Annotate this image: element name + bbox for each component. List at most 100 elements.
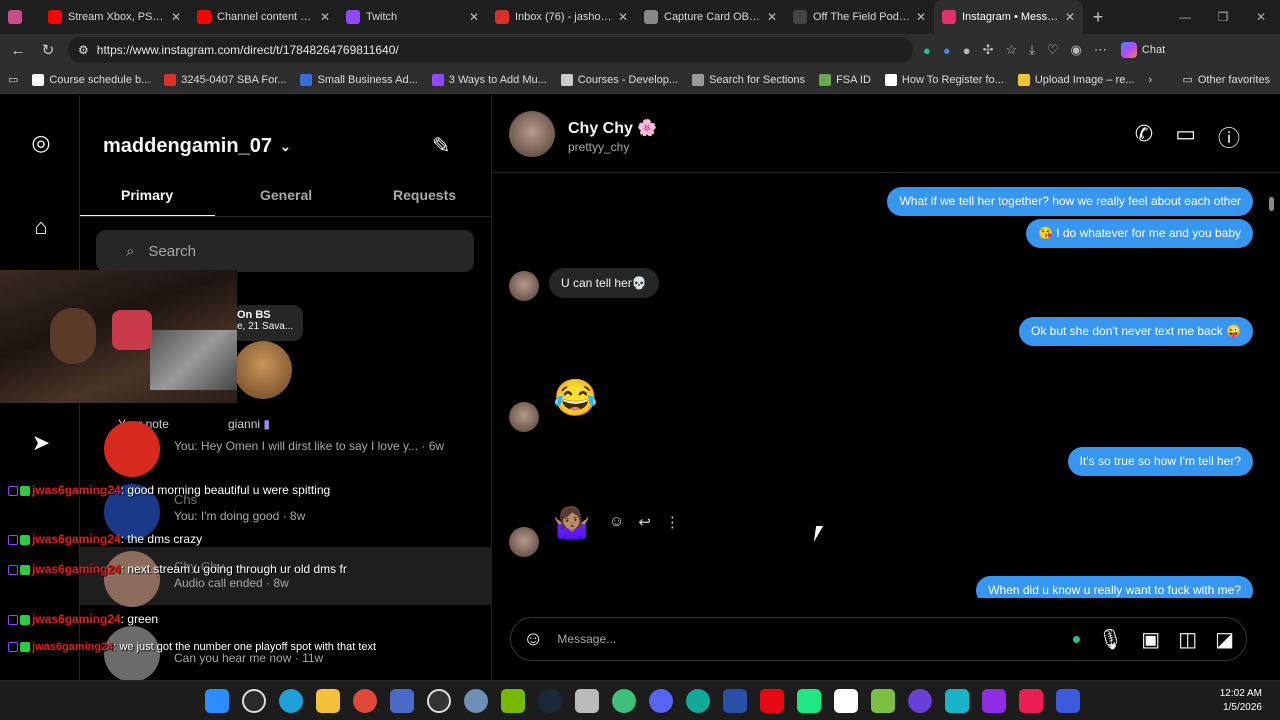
app-icon[interactable]	[1056, 689, 1080, 713]
compose-icon[interactable]: ✎	[432, 133, 450, 159]
extension-icon[interactable]: ●	[963, 43, 971, 58]
incoming-message[interactable]: 😂	[553, 377, 598, 419]
favorite-item[interactable]: Courses - Develop...	[560, 73, 678, 86]
app-icon[interactable]	[834, 689, 858, 713]
other-favorites[interactable]: ▭ Other favorites	[1182, 73, 1270, 87]
obs-icon[interactable]	[427, 689, 451, 713]
favorite-item[interactable]: FSA ID	[819, 73, 871, 86]
grammarly-icon[interactable]: ●	[923, 43, 931, 58]
tab-6[interactable]: Off The Field Podcast ✕	[785, 0, 934, 34]
chrome-icon[interactable]	[353, 689, 377, 713]
tab-1[interactable]: Stream Xbox, PS5 & PS ✕	[40, 0, 189, 34]
outgoing-message[interactable]: 😘 I do whatever for me and you baby	[1025, 219, 1253, 248]
tiktok-icon[interactable]	[1019, 689, 1043, 713]
phone-icon[interactable]: ✆	[1135, 121, 1153, 153]
close-icon[interactable]: ✕	[469, 10, 479, 24]
nvidia-icon[interactable]	[501, 689, 525, 713]
discord-icon[interactable]	[649, 689, 673, 713]
url-field[interactable]: ⚙ https://www.instagram.com/direct/t/178…	[68, 37, 913, 63]
copilot-chat-button[interactable]: Chat	[1120, 42, 1165, 58]
avatar[interactable]	[509, 111, 555, 157]
scrollbar-thumb[interactable]	[1269, 197, 1274, 211]
favorite-item[interactable]: Small Business Ad...	[300, 73, 418, 86]
more-options-icon[interactable]: ⋮	[665, 513, 680, 531]
download-icon[interactable]: ⤓	[1029, 42, 1035, 58]
close-icon[interactable]: ✕	[916, 10, 926, 24]
more-icon[interactable]: ⋯	[1094, 42, 1107, 58]
tab-7[interactable]: Instagram • Messages ✕	[934, 0, 1083, 34]
incoming-message[interactable]: 🤷🏽‍♀️	[553, 506, 590, 541]
message-composer[interactable]: ☺ Message... 🎙 ▣ ◫ ◪	[510, 617, 1247, 661]
edge-icon[interactable]	[279, 689, 303, 713]
outgoing-message[interactable]: What if we tell her together? how we rea…	[887, 187, 1253, 216]
home-icon[interactable]: ⌂	[28, 214, 54, 240]
app-icon[interactable]	[723, 689, 747, 713]
outgoing-message[interactable]: When did u know u really want to fuck wi…	[976, 576, 1253, 598]
favorite-item[interactable]: 3 Ways to Add Mu...	[431, 73, 547, 86]
tab-4[interactable]: Inbox (76) - jashonjone ✕	[487, 0, 636, 34]
steam-icon[interactable]	[538, 689, 562, 713]
favorite-item[interactable]: 3245-0407 SBA For...	[164, 73, 286, 86]
tab-0[interactable]	[0, 0, 40, 34]
tab-primary[interactable]: Primary	[121, 187, 173, 203]
close-icon[interactable]: ✕	[320, 10, 330, 24]
heart-icon[interactable]: ♡	[1047, 42, 1059, 58]
back-icon[interactable]: ←	[8, 42, 28, 59]
instagram-logo-icon[interactable]: ◎	[28, 130, 54, 156]
incoming-message[interactable]: U can tell her💀	[549, 268, 659, 298]
profile-icon[interactable]: ◉	[1071, 42, 1082, 58]
hulu-icon[interactable]	[797, 689, 821, 713]
close-icon[interactable]: ✕	[618, 10, 628, 24]
settings-icon[interactable]	[464, 689, 488, 713]
app-icon[interactable]	[390, 689, 414, 713]
favorite-item[interactable]: How To Register fo...	[884, 73, 1004, 86]
outgoing-message[interactable]: It's so true so how I'm tell her?	[1067, 447, 1253, 476]
site-info-icon[interactable]: ⚙	[78, 43, 89, 57]
favorites-icon[interactable]: ☆	[1005, 42, 1017, 58]
video-call-icon[interactable]: ▭	[1175, 121, 1196, 153]
info-icon[interactable]: ⓘ	[1218, 121, 1240, 153]
scrollbar[interactable]	[1266, 175, 1278, 595]
reply-icon[interactable]: ↩	[638, 513, 651, 531]
contact-name[interactable]: Chy Chy 🌸	[568, 118, 657, 138]
image-icon[interactable]: ▣	[1141, 627, 1160, 652]
message-input[interactable]: Message...	[557, 632, 1072, 646]
app-icon[interactable]	[982, 689, 1006, 713]
account-switcher[interactable]: maddengamin_07 ⌄	[103, 135, 291, 158]
gif-icon[interactable]: ◪	[1215, 627, 1234, 652]
extension-icon[interactable]: ●	[943, 43, 951, 58]
system-tray-clock[interactable]: 12:02 AM 1/5/2026	[1220, 687, 1262, 715]
close-icon[interactable]: ✕	[767, 10, 777, 24]
outgoing-message[interactable]: Ok but she don't never text me back 😜	[1019, 317, 1253, 346]
refresh-icon[interactable]: ↻	[38, 41, 58, 59]
favorite-item[interactable]: Course schedule b...	[32, 73, 150, 86]
file-explorer-icon[interactable]	[316, 689, 340, 713]
new-tab-button[interactable]: +	[1083, 7, 1113, 28]
avatar[interactable]	[234, 341, 292, 399]
emoji-icon[interactable]: ☺	[523, 628, 543, 651]
close-icon[interactable]: ✕	[171, 10, 181, 24]
microphone-icon[interactable]: 🎙	[1098, 627, 1123, 652]
netflix-icon[interactable]	[760, 689, 784, 713]
app-icon[interactable]	[945, 689, 969, 713]
tab-2[interactable]: Channel content - You ✕	[189, 0, 338, 34]
search-icon[interactable]	[242, 689, 266, 713]
app-icon[interactable]	[612, 689, 636, 713]
favorite-item[interactable]: Upload Image – re...	[1017, 73, 1134, 86]
sticker-icon[interactable]: ◫	[1178, 627, 1197, 652]
close-icon[interactable]: ✕	[1065, 10, 1075, 24]
minimize-icon[interactable]: —	[1166, 0, 1204, 34]
favorite-item[interactable]: Search for Sections	[692, 73, 805, 86]
tab-requests[interactable]: Requests	[393, 187, 456, 203]
chevron-right-icon[interactable]: ›	[1148, 74, 1152, 86]
app-icon[interactable]	[871, 689, 895, 713]
windows-start-icon[interactable]	[205, 689, 229, 713]
app-icon[interactable]	[575, 689, 599, 713]
puzzle-icon[interactable]: ✣	[983, 42, 994, 58]
search-input[interactable]: ⌕ Search	[96, 230, 474, 272]
messages-icon[interactable]: ➤	[28, 430, 54, 456]
app-icon[interactable]	[908, 689, 932, 713]
app-icon[interactable]	[686, 689, 710, 713]
react-icon[interactable]: ☺	[609, 513, 624, 531]
tab-general[interactable]: General	[260, 187, 312, 203]
